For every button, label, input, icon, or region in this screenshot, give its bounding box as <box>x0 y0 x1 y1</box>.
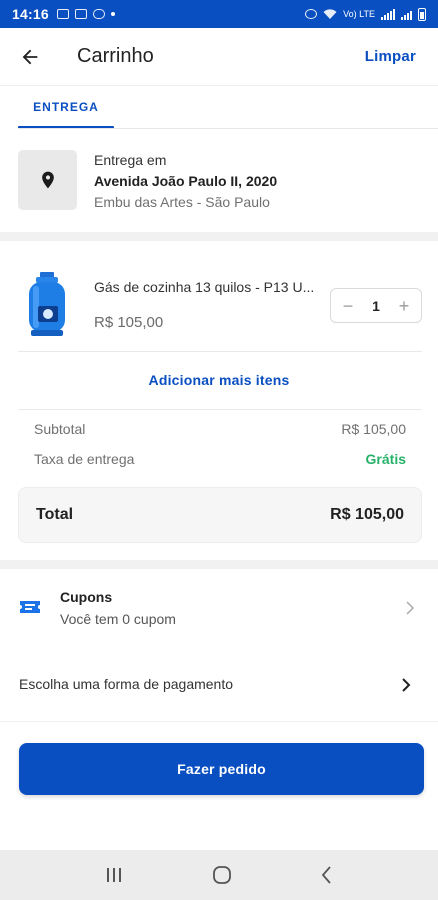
system-navigation-bar <box>0 850 438 900</box>
app-notification-icon <box>92 9 105 19</box>
subtotal-label: Subtotal <box>34 421 86 437</box>
divider <box>18 409 422 410</box>
divider <box>18 351 422 352</box>
address-caption: Entrega em <box>94 152 167 168</box>
more-notifications-icon <box>110 12 115 16</box>
delivery-fee-row: Taxa de entrega Grátis <box>34 451 406 467</box>
address-text: Entrega em Avenida João Paulo II, 2020 E… <box>94 150 277 212</box>
volte-label: Vo) LTE <box>343 9 375 19</box>
battery-icon <box>418 7 426 21</box>
coupons-row[interactable]: Cupons Você tem 0 cupom <box>0 578 438 638</box>
subtotal-value: R$ 105,00 <box>341 421 406 437</box>
delivery-fee-label: Taxa de entrega <box>34 451 135 467</box>
quantity-value: 1 <box>372 297 380 314</box>
payment-method-row[interactable]: Escolha uma forma de pagamento <box>0 664 438 706</box>
app-bar: Carrinho Limpar <box>0 28 438 86</box>
decrease-quantity-button[interactable]: − <box>341 297 355 315</box>
total-value: R$ 105,00 <box>330 506 404 523</box>
total-label: Total <box>36 506 74 523</box>
back-nav-icon[interactable] <box>320 865 334 885</box>
quantity-stepper: − 1 + <box>330 288 422 323</box>
tab-bar: ENTREGA <box>0 86 438 130</box>
signal-2-icon <box>401 9 412 20</box>
chevron-right-icon <box>402 678 411 692</box>
status-system-icons: Vo) LTE <box>305 7 426 21</box>
clear-button[interactable]: Limpar <box>365 48 416 65</box>
delivery-address[interactable]: Entrega em Avenida João Paulo II, 2020 E… <box>18 150 428 212</box>
tab-divider <box>18 128 438 129</box>
recent-apps-icon[interactable] <box>104 866 124 884</box>
signal-icon <box>381 8 395 20</box>
product-name: Gás de cozinha 13 quilos - P13 U... <box>94 279 315 295</box>
payment-method-label: Escolha uma forma de pagamento <box>19 676 234 692</box>
wifi-icon <box>323 8 337 19</box>
status-notification-icons <box>56 9 115 19</box>
section-separator <box>0 232 438 241</box>
address-city: Embu das Artes - São Paulo <box>94 194 270 210</box>
coupons-title: Cupons <box>60 589 113 605</box>
product-price: R$ 105,00 <box>94 314 164 331</box>
cart-item: Gás de cozinha 13 quilos - P13 U... R$ 1… <box>0 262 438 352</box>
alarm-icon <box>305 9 318 19</box>
total-box: Total R$ 105,00 <box>18 487 422 543</box>
address-street: Avenida João Paulo II, 2020 <box>94 173 278 189</box>
coupons-subtitle: Você tem 0 cupom <box>60 611 176 627</box>
location-pin-icon <box>41 171 54 189</box>
home-icon[interactable] <box>212 865 232 885</box>
place-order-button[interactable]: Fazer pedido <box>19 743 424 795</box>
section-separator <box>0 560 438 569</box>
delivery-fee-value: Grátis <box>365 451 406 467</box>
add-more-items-button[interactable]: Adicionar mais itens <box>0 363 438 397</box>
back-button[interactable] <box>0 28 60 86</box>
subtotal-row: Subtotal R$ 105,00 <box>34 421 406 437</box>
page-title: Carrinho <box>77 45 154 67</box>
arrow-left-icon <box>22 49 38 64</box>
ticket-icon <box>20 601 40 613</box>
notification-icon <box>56 9 69 19</box>
divider <box>0 721 438 722</box>
gas-cylinder-image <box>29 272 65 336</box>
chevron-right-icon <box>406 601 415 615</box>
status-time: 14:16 <box>12 6 49 22</box>
status-bar: 14:16 Vo) LTE <box>0 0 438 28</box>
image-icon <box>74 9 87 19</box>
address-icon-box <box>18 150 77 210</box>
tab-entrega[interactable]: ENTREGA <box>18 86 114 128</box>
increase-quantity-button[interactable]: + <box>397 297 411 315</box>
